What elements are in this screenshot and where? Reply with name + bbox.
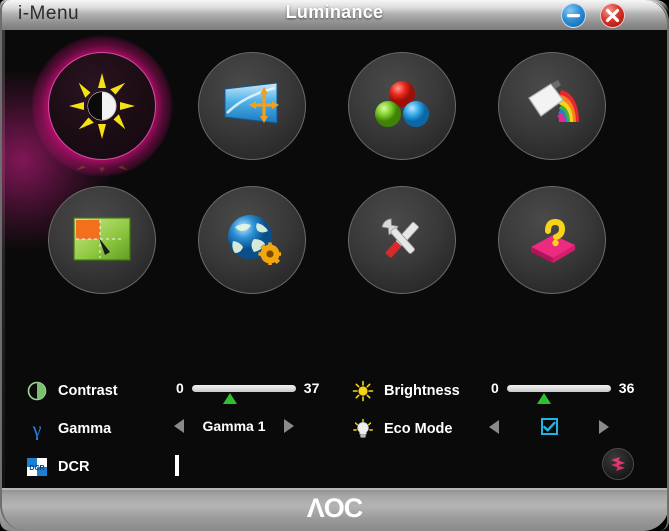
gamma-next-arrow-icon[interactable]: [284, 419, 294, 433]
gamma-selector[interactable]: Gamma 1: [174, 418, 294, 434]
footer-bar: ΛOC: [0, 488, 669, 531]
controls-area: Contrast 0 37 γ Gamma Gamma 1 DCR DCR Br…: [2, 368, 667, 488]
gamma-letter-icon: γ: [24, 417, 50, 441]
brightness-label: Brightness: [384, 383, 460, 399]
contrast-slider[interactable]: 0 37: [176, 380, 320, 404]
control-contrast: Contrast: [24, 376, 118, 406]
tools-icon: [381, 218, 419, 258]
help-book-icon: [531, 218, 575, 263]
reset-arrows-icon: [611, 457, 625, 471]
aoc-logo: ΛOC: [306, 493, 364, 523]
control-gamma: γ Gamma: [24, 414, 112, 444]
dcr-checkbox[interactable]: [175, 455, 179, 476]
close-icon: [605, 8, 620, 23]
contrast-track[interactable]: [191, 384, 296, 404]
footer-highlight: [0, 488, 669, 490]
title-bar: i-Menu Luminance: [0, 0, 669, 30]
eco-mode-selector[interactable]: [489, 418, 609, 435]
gamma-value: Gamma 1: [202, 418, 266, 434]
menu-icon-disc: [48, 52, 156, 160]
contrast-thumb[interactable]: [223, 392, 238, 404]
contrast-max-value: 37: [303, 380, 320, 396]
brightness-min-value: 0: [491, 380, 499, 396]
osd-setup-icon: [73, 217, 131, 261]
menu-item-osd-setup[interactable]: [36, 186, 168, 310]
menu-item-picture-boost[interactable]: [486, 52, 618, 176]
close-button[interactable]: [600, 3, 625, 28]
globe-gear-icon: [228, 215, 281, 265]
brightness-track[interactable]: [506, 384, 611, 404]
menu-screen: Contrast 0 37 γ Gamma Gamma 1 DCR DCR Br…: [2, 30, 667, 488]
gamma-prev-arrow-icon[interactable]: [174, 419, 184, 433]
contrast-min-value: 0: [176, 380, 184, 396]
eco-mode-next-arrow-icon[interactable]: [599, 419, 609, 434]
menu-item-image-setup[interactable]: [186, 52, 318, 176]
brightness-max-value: 36: [618, 380, 635, 396]
check-icon: [542, 421, 556, 432]
eco-mode-label: Eco Mode: [384, 421, 453, 437]
contrast-label: Contrast: [58, 383, 118, 399]
image-setup-icon: [224, 82, 279, 124]
menu-icon-disc: [198, 186, 306, 294]
imenu-window: i-Menu Luminance Contrast 0 37 γ Gamma G…: [0, 0, 669, 531]
dcr-icon: DCR: [24, 455, 50, 479]
color-setup-spheres-icon: [375, 81, 429, 127]
menu-icon-disc: [498, 52, 606, 160]
picture-boost-paint-icon: [528, 80, 579, 122]
eco-mode-checkbox[interactable]: [499, 418, 599, 435]
lightbulb-icon: [350, 417, 376, 441]
contrast-circle-icon: [24, 379, 50, 403]
eco-mode-checkbox-box[interactable]: [540, 418, 558, 435]
menu-item-language[interactable]: [186, 186, 318, 310]
menu-icon-disc: [348, 186, 456, 294]
svg-text:DCR: DCR: [29, 465, 44, 472]
menu-icon-disc: [48, 186, 156, 294]
dcr-label: DCR: [58, 459, 90, 475]
dcr-checkbox-box[interactable]: [175, 455, 179, 476]
minimize-button[interactable]: [561, 3, 586, 28]
icon-grid: [16, 36, 656, 342]
control-dcr: DCR DCR: [24, 452, 89, 482]
control-brightness: Brightness: [350, 376, 460, 406]
menu-item-color-setup[interactable]: [336, 52, 468, 176]
gamma-label: Gamma: [58, 421, 112, 437]
menu-item-help[interactable]: [486, 186, 618, 310]
brightness-slider[interactable]: 0 36: [491, 380, 635, 404]
reset-button[interactable]: [602, 448, 634, 480]
sun-icon: [350, 379, 376, 403]
menu-icon-disc: [348, 52, 456, 160]
minimize-icon: [567, 14, 580, 18]
menu-icon-disc: [498, 186, 606, 294]
svg-text:γ: γ: [32, 419, 42, 440]
icon-reflection: [76, 165, 128, 173]
luminance-sun-icon: [69, 73, 135, 139]
menu-item-luminance[interactable]: [32, 36, 172, 176]
menu-icon-disc: [198, 52, 306, 160]
menu-item-extra[interactable]: [336, 186, 468, 310]
control-eco-mode: Eco Mode: [350, 414, 452, 444]
brightness-thumb[interactable]: [537, 392, 552, 404]
eco-mode-prev-arrow-icon[interactable]: [489, 419, 499, 434]
